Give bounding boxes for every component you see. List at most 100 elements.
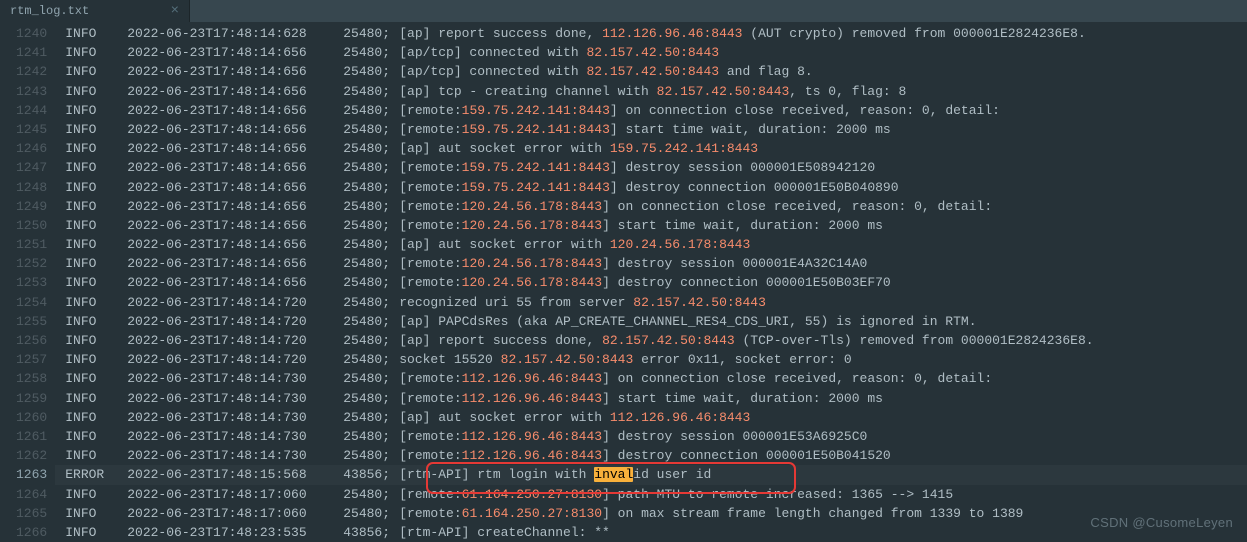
- ip-address: 82.157.42.50:8443: [501, 352, 634, 367]
- log-message: [ap] tcp - creating channel with 82.157.…: [399, 82, 1247, 101]
- log-line: INFO2022-06-23T17:48:14:72025480;socket …: [55, 350, 1247, 369]
- line-number: 1250: [16, 216, 47, 235]
- line-number-gutter: 1240124112421243124412451246124712481249…: [0, 22, 55, 542]
- log-line: INFO2022-06-23T17:48:14:73025480;[remote…: [55, 369, 1247, 388]
- ip-address: 112.126.96.46:8443: [462, 429, 602, 444]
- log-pid: 25480;: [343, 427, 399, 446]
- ip-address: 112.126.96.46:8443: [462, 371, 602, 386]
- line-number: 1259: [16, 389, 47, 408]
- log-level: INFO: [55, 178, 127, 197]
- log-level: INFO: [55, 446, 127, 465]
- log-pid: 25480;: [343, 62, 399, 81]
- log-level: INFO: [55, 312, 127, 331]
- log-level: INFO: [55, 197, 127, 216]
- log-pid: 25480;: [343, 158, 399, 177]
- line-number: 1257: [16, 350, 47, 369]
- log-line: INFO2022-06-23T17:48:14:65625480;[ap] au…: [55, 139, 1247, 158]
- log-timestamp: 2022-06-23T17:48:14:730: [127, 408, 343, 427]
- log-line: INFO2022-06-23T17:48:14:73025480;[remote…: [55, 389, 1247, 408]
- ip-address: 120.24.56.178:8443: [462, 256, 602, 271]
- line-number: 1256: [16, 331, 47, 350]
- ip-address: 82.157.42.50:8443: [586, 64, 719, 79]
- log-level: INFO: [55, 523, 127, 542]
- line-number: 1248: [16, 178, 47, 197]
- log-timestamp: 2022-06-23T17:48:14:730: [127, 446, 343, 465]
- line-number: 1251: [16, 235, 47, 254]
- log-pid: 25480;: [343, 273, 399, 292]
- log-level: INFO: [55, 62, 127, 81]
- ip-address: 120.24.56.178:8443: [462, 199, 602, 214]
- line-number: 1260: [16, 408, 47, 427]
- log-level: INFO: [55, 216, 127, 235]
- tab-rtm-log[interactable]: rtm_log.txt ×: [0, 0, 190, 22]
- log-line: INFO2022-06-23T17:48:14:65625480;[remote…: [55, 120, 1247, 139]
- log-pid: 25480;: [343, 312, 399, 331]
- log-level: INFO: [55, 82, 127, 101]
- log-message: [ap] aut socket error with 112.126.96.46…: [399, 408, 1247, 427]
- log-line: INFO2022-06-23T17:48:14:73025480;[ap] au…: [55, 408, 1247, 427]
- log-timestamp: 2022-06-23T17:48:14:730: [127, 389, 343, 408]
- ip-address: 120.24.56.178:8443: [462, 218, 602, 233]
- tab-title: rtm_log.txt: [10, 4, 159, 18]
- log-timestamp: 2022-06-23T17:48:14:730: [127, 427, 343, 446]
- log-message: [remote:112.126.96.46:8443] destroy sess…: [399, 427, 1247, 446]
- code-area[interactable]: INFO2022-06-23T17:48:14:62825480;[ap] re…: [55, 22, 1247, 542]
- ip-address: 120.24.56.178:8443: [610, 237, 750, 252]
- log-pid: 25480;: [343, 216, 399, 235]
- ip-address: 82.157.42.50:8443: [602, 333, 735, 348]
- ip-address: 112.126.96.46:8443: [462, 391, 602, 406]
- log-pid: 25480;: [343, 235, 399, 254]
- ip-address: 61.164.250.27:8130: [462, 487, 602, 502]
- ip-address: 82.157.42.50:8443: [633, 295, 766, 310]
- log-line: INFO2022-06-23T17:48:23:53543856;[rtm-AP…: [55, 523, 1247, 542]
- log-message: [remote:120.24.56.178:8443] destroy conn…: [399, 273, 1247, 292]
- log-timestamp: 2022-06-23T17:48:14:656: [127, 273, 343, 292]
- log-line: INFO2022-06-23T17:48:14:65625480;[ap] au…: [55, 235, 1247, 254]
- log-message: [remote:159.75.242.141:8443] on connecti…: [399, 101, 1247, 120]
- search-highlight: inval: [594, 467, 633, 482]
- log-line: INFO2022-06-23T17:48:14:65625480;[ap/tcp…: [55, 62, 1247, 81]
- log-level: INFO: [55, 350, 127, 369]
- log-timestamp: 2022-06-23T17:48:23:535: [127, 523, 343, 542]
- log-level: ERROR: [55, 465, 127, 484]
- log-pid: 43856;: [343, 523, 399, 542]
- log-line: INFO2022-06-23T17:48:14:73025480;[remote…: [55, 427, 1247, 446]
- line-number: 1261: [16, 427, 47, 446]
- log-level: INFO: [55, 389, 127, 408]
- log-message: [ap/tcp] connected with 82.157.42.50:844…: [399, 62, 1247, 81]
- log-level: INFO: [55, 158, 127, 177]
- log-pid: 25480;: [343, 293, 399, 312]
- log-level: INFO: [55, 101, 127, 120]
- log-timestamp: 2022-06-23T17:48:14:720: [127, 293, 343, 312]
- close-icon[interactable]: ×: [171, 4, 179, 18]
- ip-address: 159.75.242.141:8443: [462, 160, 610, 175]
- log-level: INFO: [55, 331, 127, 350]
- line-number: 1255: [16, 312, 47, 331]
- line-number: 1247: [16, 158, 47, 177]
- tab-bar: rtm_log.txt ×: [0, 0, 1247, 22]
- log-pid: 25480;: [343, 331, 399, 350]
- log-message: [remote:112.126.96.46:8443] on connectio…: [399, 369, 1247, 388]
- log-timestamp: 2022-06-23T17:48:14:656: [127, 158, 343, 177]
- log-timestamp: 2022-06-23T17:48:14:730: [127, 369, 343, 388]
- log-timestamp: 2022-06-23T17:48:14:720: [127, 350, 343, 369]
- log-line: INFO2022-06-23T17:48:14:65625480;[remote…: [55, 197, 1247, 216]
- log-line: INFO2022-06-23T17:48:14:65625480;[ap/tcp…: [55, 43, 1247, 62]
- log-message: [ap] report success done, 82.157.42.50:8…: [399, 331, 1247, 350]
- log-level: INFO: [55, 120, 127, 139]
- line-number: 1242: [16, 62, 47, 81]
- line-number: 1266: [16, 523, 47, 542]
- log-level: INFO: [55, 504, 127, 523]
- line-number: 1243: [16, 82, 47, 101]
- ip-address: 82.157.42.50:8443: [657, 84, 790, 99]
- log-level: INFO: [55, 43, 127, 62]
- ip-address: 159.75.242.141:8443: [610, 141, 758, 156]
- log-timestamp: 2022-06-23T17:48:14:720: [127, 312, 343, 331]
- editor: 1240124112421243124412451246124712481249…: [0, 22, 1247, 542]
- line-number: 1265: [16, 504, 47, 523]
- line-number: 1264: [16, 485, 47, 504]
- log-timestamp: 2022-06-23T17:48:14:656: [127, 120, 343, 139]
- log-pid: 25480;: [343, 408, 399, 427]
- line-number: 1245: [16, 120, 47, 139]
- log-line: INFO2022-06-23T17:48:14:65625480;[remote…: [55, 101, 1247, 120]
